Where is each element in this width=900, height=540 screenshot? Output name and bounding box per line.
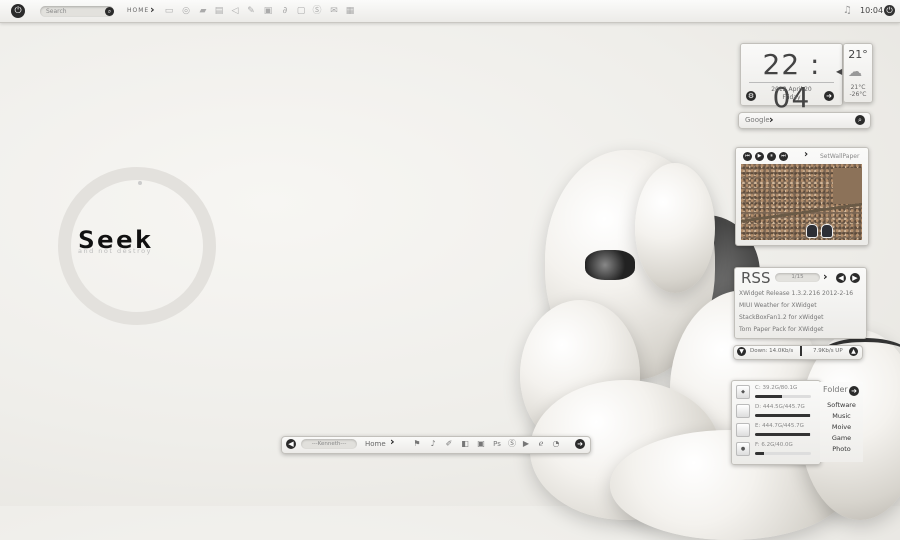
- rss-item[interactable]: StackBoxFan1.2 for xWidget: [739, 314, 823, 321]
- dock-home-link[interactable]: Home: [365, 440, 386, 448]
- previous-icon[interactable]: ⏮: [743, 152, 752, 161]
- folder-item-photo[interactable]: Photo: [820, 445, 863, 453]
- partly-cloudy-icon: ☁: [848, 64, 862, 80]
- folder-item-moive[interactable]: Moive: [820, 423, 863, 431]
- cube-icon[interactable]: ◧: [460, 439, 470, 449]
- next-icon[interactable]: ⏭: [779, 152, 788, 161]
- folder-next-icon[interactable]: ➜: [849, 386, 859, 396]
- upload-speed: 7.9Kb/s UP: [813, 348, 843, 354]
- set-wallpaper-button[interactable]: SetWallPaper: [820, 153, 859, 160]
- network-divider: [800, 346, 802, 356]
- music-icon[interactable]: ♪: [428, 439, 438, 449]
- weather-high: 21°C: [850, 84, 866, 91]
- flag-icon[interactable]: ⚑: [412, 439, 422, 449]
- rss-title: RSS: [741, 269, 771, 287]
- rss-prev-icon[interactable]: ◀: [836, 273, 846, 283]
- google-search[interactable]: Google ›: [738, 112, 871, 129]
- drive-f-label: F: 6.2G/40.0G: [755, 442, 793, 448]
- dock-next-icon[interactable]: ➜: [575, 439, 585, 449]
- folder-title: Folder: [823, 385, 848, 394]
- dock-user-field[interactable]: ---Kenneth---: [301, 439, 357, 449]
- chevron-right-icon[interactable]: ›: [823, 270, 828, 283]
- shoes-image: [806, 224, 836, 238]
- rss-pager: 1/15: [775, 273, 820, 282]
- play-icon[interactable]: ▶: [755, 152, 764, 161]
- download-speed: Down: 14.0Kb/s: [750, 348, 794, 354]
- folder-item-music[interactable]: Music: [820, 412, 863, 420]
- drive-e-fill: [755, 433, 811, 436]
- drive-d-label: D: 444.5G/445.7G: [755, 404, 805, 410]
- skype-icon[interactable]: Ⓢ: [507, 439, 517, 449]
- drive-f-bar: [755, 452, 811, 455]
- paint-icon[interactable]: ✐: [444, 439, 454, 449]
- folder-item-game[interactable]: Game: [820, 434, 863, 442]
- rss-item[interactable]: MIUI Weather for XWidget: [739, 302, 817, 309]
- play-icon[interactable]: ▶: [521, 439, 531, 449]
- drive-d-fill: [755, 414, 811, 417]
- drive-c-button[interactable]: ◆: [736, 385, 750, 399]
- download-icon[interactable]: ▼: [737, 347, 746, 356]
- search-icon[interactable]: ⌕: [855, 115, 865, 125]
- google-label: Google: [745, 116, 770, 124]
- weather-arrow-icon[interactable]: ◀: [836, 67, 842, 76]
- folder-item-software[interactable]: Software: [820, 401, 863, 409]
- rss-item[interactable]: Torn Paper Pack for XWidget: [739, 326, 823, 333]
- logo-dot: [138, 181, 142, 185]
- logo-subtitle: and not destroy: [78, 247, 152, 255]
- drive-d-bar: [755, 414, 811, 417]
- chrome-icon[interactable]: ◔: [551, 439, 561, 449]
- upload-icon[interactable]: ▲: [849, 347, 858, 356]
- drive-f-button[interactable]: ●: [736, 442, 750, 456]
- rss-widget: RSS 1/15 › XWidget Release 1.3.2.216 201…: [734, 267, 867, 339]
- drive-e-bar: [755, 433, 811, 436]
- chevron-right-icon[interactable]: ›: [390, 435, 395, 448]
- ie-icon[interactable]: ℯ: [536, 439, 546, 449]
- rss-item[interactable]: XWidget Release 1.3.2.216 2012-2-16: [739, 290, 853, 297]
- weather-widget: 21° ☁ 21°C -26°C: [843, 43, 873, 103]
- drive-c-bar: [755, 395, 811, 398]
- drive-e-button[interactable]: [736, 423, 750, 437]
- dock-prev-icon[interactable]: ◀: [286, 439, 296, 449]
- photoshop-icon[interactable]: Ps: [492, 439, 502, 449]
- pause-icon[interactable]: ⏸: [767, 152, 776, 161]
- drive-e-label: E: 444.7G/445.7G: [755, 423, 804, 429]
- drive-d-button[interactable]: [736, 404, 750, 418]
- weather-low: -26°C: [849, 91, 867, 98]
- lock-icon[interactable]: ▣: [476, 439, 486, 449]
- rss-next-icon[interactable]: ▶: [850, 273, 860, 283]
- clock-divider: [749, 82, 834, 83]
- clock-settings-icon[interactable]: ⚙: [746, 91, 756, 101]
- drive-c-fill: [755, 395, 783, 398]
- drive-c-label: C: 39.2G/80.1G: [755, 385, 798, 391]
- weather-temp: 21°: [848, 48, 868, 61]
- clock-next-icon[interactable]: ➜: [824, 91, 834, 101]
- drive-f-fill: [755, 452, 764, 455]
- chevron-right-icon: ›: [769, 113, 774, 126]
- photo-image[interactable]: [741, 164, 862, 240]
- chevron-right-icon[interactable]: ›: [804, 149, 808, 160]
- clock-time: 22 : 04: [762, 48, 821, 114]
